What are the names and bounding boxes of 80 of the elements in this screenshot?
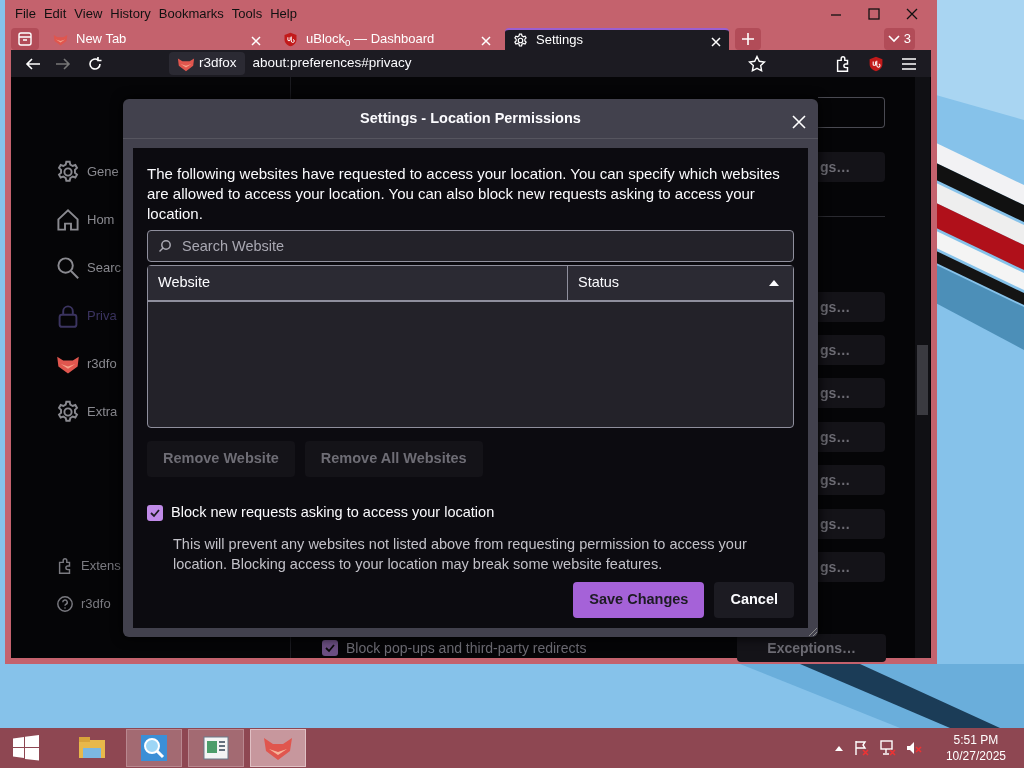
menu-item[interactable]: Bookmarks xyxy=(154,4,228,24)
menu-item[interactable]: Edit xyxy=(39,4,71,24)
settings-button[interactable]: gs… xyxy=(818,509,885,539)
settings-button[interactable]: gs… xyxy=(818,422,885,452)
lock-icon xyxy=(56,304,80,328)
scrollbar[interactable] xyxy=(915,77,930,658)
star-icon[interactable] xyxy=(748,54,766,73)
close-icon xyxy=(792,115,806,130)
close-icon xyxy=(481,35,491,46)
settings-button[interactable]: gs… xyxy=(818,465,885,495)
sidebar-item[interactable]: Extra xyxy=(56,400,118,424)
menu-item[interactable]: View xyxy=(70,4,107,24)
search-field[interactable]: Search Website xyxy=(147,230,794,263)
checkbox-label: Block pop-ups and third-party redirects xyxy=(346,638,587,658)
close-icon xyxy=(711,36,721,47)
shield-icon[interactable] xyxy=(868,55,884,72)
resize-grip-icon[interactable] xyxy=(808,627,818,637)
close-icon[interactable] xyxy=(906,8,918,20)
speaker-icon[interactable] xyxy=(905,740,922,756)
gear-icon xyxy=(56,400,80,424)
gear-icon xyxy=(513,32,528,48)
cancel-button[interactable]: Cancel xyxy=(714,582,794,618)
menu-icon[interactable] xyxy=(901,55,917,72)
identity-box[interactable]: r3dfox xyxy=(169,52,245,75)
settings-button[interactable]: gs… xyxy=(818,335,885,365)
tab[interactable]: New Tab xyxy=(45,28,269,50)
close-icon xyxy=(251,35,261,46)
chevron-down-icon xyxy=(887,33,900,45)
note-text: This will prevent any websites not listed above from requesting permission to access your location. Blocking access to your location may break some website features. xyxy=(173,535,748,574)
tab[interactable]: Settings xyxy=(505,28,729,50)
sidebar-link[interactable]: r3dfo xyxy=(56,594,111,614)
sidebar-item[interactable]: r3dfo xyxy=(56,352,117,376)
settings-button[interactable]: gs… xyxy=(818,378,885,408)
back-icon[interactable] xyxy=(25,55,41,72)
maximize-icon[interactable] xyxy=(868,8,880,20)
gear-icon xyxy=(56,160,80,184)
sidebar-link[interactable]: Extens xyxy=(56,556,121,576)
checkbox[interactable] xyxy=(147,505,163,522)
taskbar-button[interactable] xyxy=(188,729,244,767)
windows-logo-icon xyxy=(12,734,40,762)
menu-item[interactable]: File xyxy=(11,4,40,24)
flag-icon[interactable] xyxy=(853,740,870,756)
checkmark-icon xyxy=(149,507,161,520)
column-header[interactable]: Status xyxy=(567,266,793,301)
sidebar-item[interactable]: Searc xyxy=(56,256,121,280)
tab-overflow-button[interactable]: 3 xyxy=(883,28,915,50)
settings-button[interactable]: gs… xyxy=(818,292,885,322)
checkbox[interactable] xyxy=(322,640,338,656)
tab[interactable]: uBlock$_{0}$ — Dashboard xyxy=(275,28,499,50)
shield-icon xyxy=(283,31,298,47)
magnifier-icon xyxy=(138,732,170,764)
checkmark-icon xyxy=(324,642,336,654)
forward-icon[interactable] xyxy=(55,55,71,72)
settings-button[interactable]: gs… xyxy=(818,152,885,182)
menu-item[interactable]: Tools xyxy=(227,4,267,24)
save-button[interactable]: Save Changes xyxy=(573,582,705,618)
help-icon xyxy=(56,594,74,613)
url-field[interactable]: about:preferences#privacy xyxy=(252,53,748,74)
new-tab-button[interactable] xyxy=(735,28,761,50)
dialog-title: Settings - Location Permissions xyxy=(360,108,581,128)
sidebar-item[interactable]: Gene xyxy=(56,160,119,184)
sort-arrow-icon xyxy=(769,280,779,287)
plus-icon xyxy=(741,32,755,46)
search-icon xyxy=(56,256,80,280)
tab-list-button[interactable] xyxy=(11,28,39,50)
taskbar-button[interactable] xyxy=(126,729,182,767)
tab-list-icon xyxy=(17,31,33,47)
description-text: The following websites have requested to access your location. You can specify which websites are allowed to access your location. You can also block new requests asking to access your location. xyxy=(147,164,781,225)
column-header[interactable]: Website xyxy=(148,266,567,301)
home-icon xyxy=(56,208,80,232)
menu-item[interactable]: Help xyxy=(266,4,301,24)
exceptions-button[interactable]: Exceptions… xyxy=(737,634,886,662)
network-icon[interactable] xyxy=(879,740,896,756)
checkbox-label: Block new requests asking to access your location xyxy=(171,503,495,523)
sidebar-item[interactable]: Hom xyxy=(56,208,115,232)
clock[interactable]: 5:51 PM 10/27/2025 xyxy=(945,732,1006,764)
reload-icon[interactable] xyxy=(87,55,103,72)
menu-item[interactable]: History xyxy=(106,4,155,24)
settings-button[interactable]: gs… xyxy=(818,552,885,582)
chevron-up-icon[interactable] xyxy=(833,744,844,752)
